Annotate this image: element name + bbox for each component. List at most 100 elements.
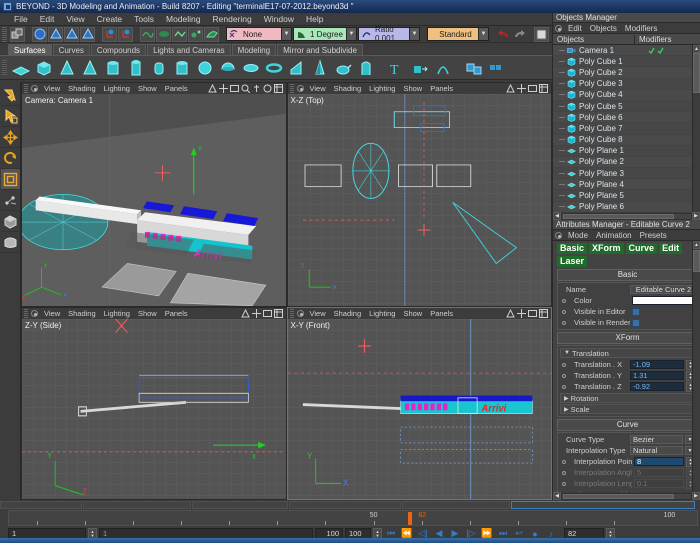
viewport-top[interactable]: View Shading Lighting Show Panels X-Z (T… (286, 82, 552, 307)
vp-menu-view[interactable]: View (40, 84, 64, 93)
poly-cylinder2-icon[interactable] (171, 57, 193, 79)
menu-help[interactable]: Help (300, 14, 329, 24)
subsection-rotation[interactable]: ▶ Rotation (560, 393, 695, 403)
menu-modeling[interactable]: Modeling (160, 14, 207, 24)
split-icon[interactable] (262, 309, 272, 318)
render-frame-icon[interactable] (534, 26, 549, 42)
viewport-grip[interactable] (289, 84, 294, 93)
poly-column-icon[interactable] (355, 57, 377, 79)
viewport-front[interactable]: View Shading Lighting Show Panels X-Y (F… (286, 306, 552, 500)
vp-menu-show[interactable]: Show (399, 309, 426, 318)
array-icon[interactable] (486, 57, 508, 79)
om-menu-objects[interactable]: Objects (586, 24, 621, 33)
viewport-side-canvas[interactable]: Z-Y (Side) x Y Z (22, 318, 286, 499)
subsection-translation[interactable]: ▼ Translation (560, 348, 695, 358)
checkbox-visible-editor[interactable] (632, 307, 640, 316)
viewport-grip[interactable] (24, 308, 28, 318)
scroll-thumb[interactable] (693, 53, 700, 93)
anim-bullet-icon[interactable] (562, 373, 566, 378)
vp-menu-panels[interactable]: Panels (426, 84, 457, 93)
viewport-front-canvas[interactable]: X-Y (Front) Arrivi Y X (287, 318, 551, 499)
viewport-grip[interactable] (289, 308, 294, 318)
scroll-up-icon[interactable]: ▲ (693, 241, 700, 249)
tab-modeling[interactable]: Modeling (231, 44, 277, 55)
vp-menu-lighting[interactable]: Lighting (100, 84, 134, 93)
menu-view[interactable]: View (60, 14, 90, 24)
extrude-icon[interactable] (409, 57, 431, 79)
table-row[interactable]: Poly Cube 1 (553, 56, 700, 68)
scale-tool-icon[interactable] (0, 169, 20, 190)
attr-tab-edit[interactable]: Edit (659, 243, 683, 254)
poly-disc-icon[interactable] (240, 57, 262, 79)
render-mode-chevron-down-icon[interactable]: ▼ (478, 28, 488, 40)
objects-list-scrollbar[interactable]: ▲ (692, 45, 700, 212)
poly-spike-icon[interactable] (309, 57, 331, 79)
snap-tool-icon[interactable] (0, 190, 20, 211)
table-row[interactable]: Poly Cube 2 (553, 67, 700, 79)
move-tool-icon[interactable] (0, 127, 20, 148)
tab-lights-and-cameras[interactable]: Lights and Cameras (147, 44, 231, 55)
pan-icon[interactable] (517, 308, 526, 318)
scroll-right-icon[interactable]: ▶ (692, 492, 700, 500)
table-row[interactable]: Poly Plane 6 (553, 202, 700, 212)
anim-bullet-icon[interactable] (562, 459, 566, 464)
poly-cone-icon[interactable] (56, 57, 78, 79)
menu-tools[interactable]: Tools (128, 14, 160, 24)
time-icon[interactable] (263, 84, 272, 93)
chevron-right-icon[interactable]: ▶ (564, 406, 569, 413)
vp-menu-view[interactable]: View (306, 84, 330, 93)
poly-capsule-icon[interactable] (148, 57, 170, 79)
poly-cube-icon[interactable] (33, 57, 55, 79)
wireframe-icon[interactable] (207, 84, 217, 93)
vp-menu-panels[interactable]: Panels (161, 84, 192, 93)
table-row[interactable]: Poly Cube 8 (553, 135, 700, 146)
anim-bullet-icon[interactable] (562, 384, 566, 389)
poly-wedge-icon[interactable] (286, 57, 308, 79)
vp-menu-panels[interactable]: Panels (161, 309, 192, 318)
split-icon[interactable] (528, 84, 537, 93)
attr-tab-basic[interactable]: Basic (557, 243, 588, 254)
viewport-perspective-canvas[interactable]: Camera: Camera 1 Y Y X Z (22, 94, 286, 306)
render-mode-combo[interactable]: Standard ▼ (427, 27, 489, 41)
chevron-down-icon[interactable]: ▼ (564, 350, 570, 356)
menu-window[interactable]: Window (258, 14, 300, 24)
field-name[interactable]: Editable Curve 2 (630, 285, 695, 294)
table-row[interactable]: Poly Plane 4 (553, 179, 700, 191)
chevron-right-icon[interactable]: ▶ (564, 395, 569, 402)
vp-menu-show[interactable]: Show (399, 84, 426, 93)
scroll-up-icon[interactable]: ▲ (693, 45, 700, 53)
timeline-playhead[interactable] (408, 512, 413, 525)
split-icon[interactable] (528, 309, 537, 318)
curve-tool-icon[interactable] (140, 26, 155, 42)
attr-tab-curve[interactable]: Curve (625, 243, 658, 254)
viewport-perspective[interactable]: View Shading Lighting Show Panels Camera… (21, 82, 287, 307)
vp-menu-view[interactable]: View (306, 309, 330, 318)
redo-icon[interactable] (512, 27, 527, 42)
anim-bullet-icon[interactable] (562, 320, 566, 325)
pan-icon[interactable] (517, 84, 526, 93)
attr-tab-xform[interactable]: XForm (589, 243, 624, 254)
poly-pyramid-icon[interactable] (79, 57, 101, 79)
light-icon[interactable] (252, 84, 261, 93)
vp-menu-shading[interactable]: Shading (64, 309, 100, 318)
sweep-tool-icon[interactable] (204, 26, 219, 42)
vp-menu-view[interactable]: View (40, 309, 64, 318)
attributes-mode-radio[interactable] (555, 231, 562, 239)
wave-tool-icon[interactable] (172, 26, 187, 42)
viewport-grip[interactable] (24, 84, 28, 93)
tab-compounds[interactable]: Compounds (90, 44, 147, 55)
objects-manager-list[interactable]: Camera 1 Poly Cube 1 Poly Cube 2 Poly Cu… (553, 45, 700, 212)
table-row[interactable]: Poly Plane 1 (553, 145, 700, 157)
object-mode-icon[interactable] (10, 26, 25, 42)
vp-menu-shading[interactable]: Shading (330, 309, 366, 318)
wireframe-icon[interactable] (240, 308, 250, 318)
am-menu-presets[interactable]: Presets (636, 231, 671, 240)
maximize-icon[interactable] (539, 84, 548, 93)
hscroll-thumb[interactable] (563, 213, 674, 219)
subsection-scale[interactable]: ▶ Scale (560, 404, 695, 414)
hscroll-thumb[interactable] (563, 493, 674, 499)
objects-manager-mode-radio[interactable] (555, 24, 562, 32)
angle-snap-chevron-down-icon[interactable]: ▼ (346, 28, 356, 40)
angle-snap-combo[interactable]: 1 Degree ▼ (293, 27, 357, 41)
anim-bullet-icon[interactable] (562, 362, 566, 367)
